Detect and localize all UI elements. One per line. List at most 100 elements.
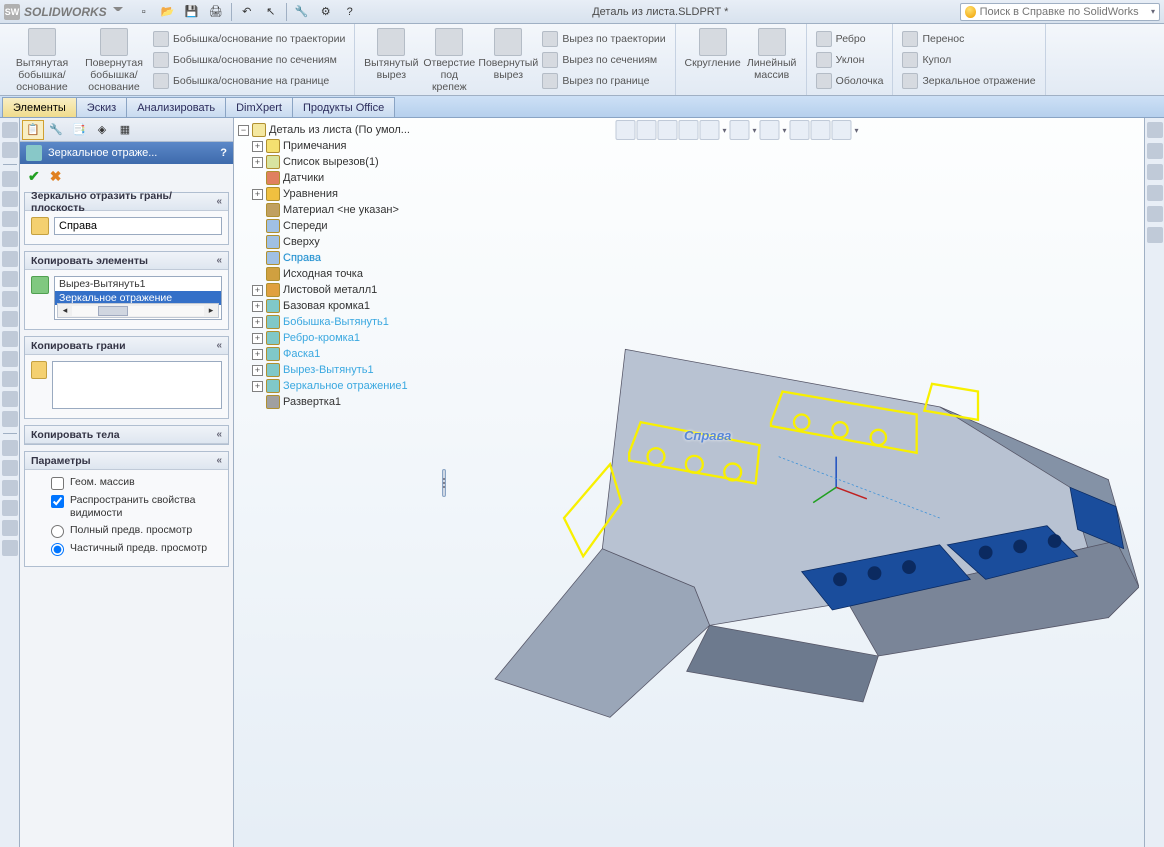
tab-sketch[interactable]: Эскиз bbox=[76, 97, 127, 117]
dropdown-icon[interactable]: ▾ bbox=[721, 126, 729, 135]
rail-icon[interactable] bbox=[2, 520, 18, 536]
panel-splitter[interactable] bbox=[442, 118, 446, 847]
tree-node[interactable]: +Зеркальное отражение1 bbox=[252, 378, 438, 394]
rail-icon[interactable] bbox=[2, 440, 18, 456]
pm-section-header[interactable]: Параметры« bbox=[25, 452, 228, 470]
rail-icon[interactable] bbox=[2, 480, 18, 496]
tree-expand-icon[interactable]: + bbox=[252, 301, 263, 312]
brand-menu-dropdown-icon[interactable] bbox=[113, 7, 123, 17]
tree-root-label[interactable]: Деталь из листа (По умол... bbox=[269, 124, 410, 136]
boundary-cut-button[interactable]: Вырез по границе bbox=[539, 70, 668, 91]
cancel-button[interactable]: ✖ bbox=[50, 168, 62, 185]
wrap-button[interactable]: Перенос bbox=[899, 28, 1038, 49]
mirror-plane-input[interactable] bbox=[54, 217, 222, 235]
tree-expand-icon[interactable]: + bbox=[252, 157, 263, 168]
faces-list-box[interactable] bbox=[52, 361, 222, 409]
dome-button[interactable]: Купол bbox=[899, 49, 1038, 70]
pm-section-header[interactable]: Копировать грани« bbox=[25, 337, 228, 355]
rebuild-button[interactable]: 🔧 bbox=[291, 2, 313, 22]
tree-node[interactable]: Сверху bbox=[252, 234, 438, 250]
zoom-area-icon[interactable] bbox=[637, 120, 657, 140]
hole-wizard-button[interactable]: Отверстие под крепеж bbox=[421, 26, 477, 95]
tree-node[interactable]: +Список вырезов(1) bbox=[252, 154, 438, 170]
rail-icon[interactable] bbox=[2, 231, 18, 247]
loft-cut-button[interactable]: Вырез по сечениям bbox=[539, 49, 668, 70]
partial-preview-radio[interactable] bbox=[51, 543, 64, 556]
list-item[interactable]: Вырез-Вытянуть1 bbox=[55, 277, 221, 291]
pm-section-header[interactable]: Копировать элементы« bbox=[25, 252, 228, 270]
pm-pm-tab-icon[interactable]: 🔧 bbox=[45, 120, 67, 140]
revolved-cut-button[interactable]: Повернутый вырез bbox=[477, 26, 539, 83]
draft-button[interactable]: Уклон bbox=[813, 49, 887, 70]
tree-node[interactable]: +Листовой металл1 bbox=[252, 282, 438, 298]
rail-icon[interactable] bbox=[2, 371, 18, 387]
scroll-track[interactable] bbox=[72, 306, 204, 316]
rib-button[interactable]: Ребро bbox=[813, 28, 887, 49]
model-view[interactable] bbox=[449, 148, 1139, 842]
ok-button[interactable]: ✔ bbox=[28, 168, 40, 185]
extruded-boss-button[interactable]: Вытянутая бобышка/основание bbox=[6, 26, 78, 95]
tree-node[interactable]: +Уравнения bbox=[252, 186, 438, 202]
scroll-right-icon[interactable]: ▸ bbox=[204, 305, 218, 316]
options-button[interactable]: ⚙ bbox=[315, 2, 337, 22]
tab-features[interactable]: Элементы bbox=[2, 97, 77, 117]
geom-pattern-checkbox[interactable] bbox=[51, 477, 64, 490]
dropdown-icon[interactable]: ▾ bbox=[751, 126, 759, 135]
fillet-button[interactable]: Скругление bbox=[682, 26, 744, 71]
tree-node[interactable]: Датчики bbox=[252, 170, 438, 186]
help-search-box[interactable]: ▾ bbox=[960, 3, 1160, 21]
dropdown-icon[interactable]: ▾ bbox=[781, 126, 789, 135]
tree-node[interactable]: +Фаска1 bbox=[252, 346, 438, 362]
horizontal-scrollbar[interactable]: ◂ ▸ bbox=[57, 303, 219, 318]
tree-expand-icon[interactable]: + bbox=[252, 381, 263, 392]
tree-expand-icon[interactable]: + bbox=[252, 349, 263, 360]
loft-boss-button[interactable]: Бобышка/основание по сечениям bbox=[150, 49, 348, 70]
rail-icon[interactable] bbox=[2, 411, 18, 427]
tree-expand-icon[interactable]: + bbox=[252, 333, 263, 344]
extruded-cut-button[interactable]: Вытянутый вырез bbox=[361, 26, 421, 83]
scene-icon[interactable] bbox=[790, 120, 810, 140]
zoom-fit-icon[interactable] bbox=[616, 120, 636, 140]
tree-expand-icon[interactable]: + bbox=[252, 285, 263, 296]
taskpane-props-icon[interactable] bbox=[1147, 227, 1163, 243]
select-button[interactable]: ↖ bbox=[260, 2, 282, 22]
tree-expand-icon[interactable]: + bbox=[252, 189, 263, 200]
help-button[interactable]: ? bbox=[339, 2, 361, 22]
tree-expand-icon[interactable]: + bbox=[252, 365, 263, 376]
rail-icon[interactable] bbox=[2, 540, 18, 556]
pm-help-icon[interactable]: ? bbox=[220, 147, 227, 159]
splitter-handle-icon[interactable] bbox=[442, 469, 446, 497]
tree-node[interactable]: Спереди bbox=[252, 218, 438, 234]
tree-node[interactable]: +Примечания bbox=[252, 138, 438, 154]
full-preview-radio[interactable] bbox=[51, 525, 64, 538]
taskpane-appearance-icon[interactable] bbox=[1147, 206, 1163, 222]
rail-icon[interactable] bbox=[2, 391, 18, 407]
scroll-left-icon[interactable]: ◂ bbox=[58, 305, 72, 316]
shell-button[interactable]: Оболочка bbox=[813, 70, 887, 91]
save-button[interactable]: 💾 bbox=[181, 2, 203, 22]
rail-icon[interactable] bbox=[2, 171, 18, 187]
graphics-viewport[interactable]: ▾ ▾ ▾ ▾ −Деталь из листа (По умол... +Пр… bbox=[234, 118, 1144, 847]
pm-config-tab-icon[interactable]: 📑 bbox=[68, 120, 90, 140]
appearance-icon[interactable] bbox=[811, 120, 831, 140]
tree-collapse-icon[interactable]: − bbox=[238, 125, 249, 136]
rail-icon[interactable] bbox=[2, 271, 18, 287]
rail-icon[interactable] bbox=[2, 122, 18, 138]
pm-dimxpert-tab-icon[interactable]: ◈ bbox=[91, 120, 113, 140]
pm-section-header[interactable]: Зеркально отразить грань/плоскость« bbox=[25, 193, 228, 211]
scroll-thumb[interactable] bbox=[98, 306, 128, 316]
view-orientation-icon[interactable] bbox=[700, 120, 720, 140]
tree-node[interactable]: +Вырез-Вытянуть1 bbox=[252, 362, 438, 378]
tree-node[interactable]: +Ребро-кромка1 bbox=[252, 330, 438, 346]
pm-display-tab-icon[interactable]: ▦ bbox=[114, 120, 136, 140]
taskpane-view-icon[interactable] bbox=[1147, 185, 1163, 201]
boundary-boss-button[interactable]: Бобышка/основание на границе bbox=[150, 70, 348, 91]
pm-tree-tab-icon[interactable]: 📋 bbox=[22, 120, 44, 140]
view-settings-icon[interactable] bbox=[832, 120, 852, 140]
taskpane-resources-icon[interactable] bbox=[1147, 122, 1163, 138]
tab-dimxpert[interactable]: DimXpert bbox=[225, 97, 293, 117]
tree-node[interactable]: Справа bbox=[252, 250, 438, 266]
undo-button[interactable]: ↶ bbox=[236, 2, 258, 22]
open-doc-button[interactable]: 📂 bbox=[157, 2, 179, 22]
rail-icon[interactable] bbox=[2, 291, 18, 307]
